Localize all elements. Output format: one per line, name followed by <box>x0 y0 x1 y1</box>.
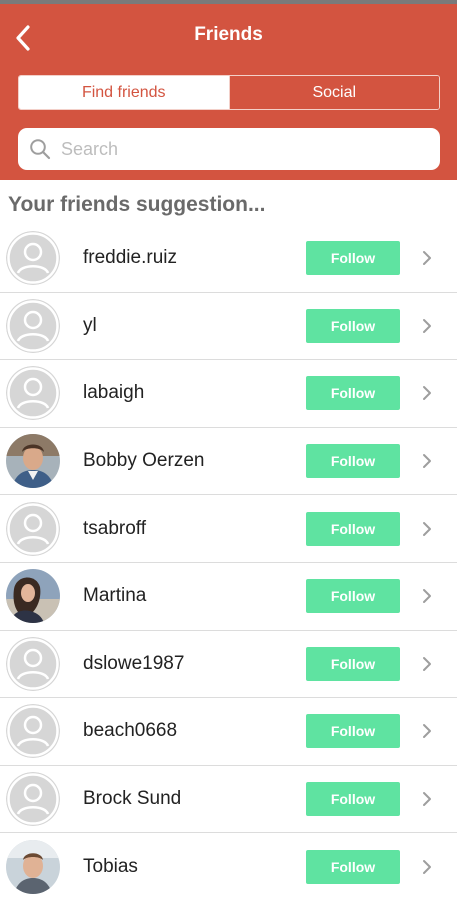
search-input[interactable] <box>61 138 401 160</box>
app-header: Friends Find friends Social <box>0 4 457 180</box>
list-item[interactable]: tsabroff Follow <box>0 495 457 563</box>
tab-find-friends[interactable]: Find friends <box>19 76 229 109</box>
segmented-control: Find friends Social <box>18 75 440 110</box>
friend-name: Tobias <box>83 855 138 877</box>
friend-name: Bobby Oerzen <box>83 450 205 472</box>
follow-button[interactable]: Follow <box>306 579 400 614</box>
follow-button[interactable]: Follow <box>306 782 400 817</box>
avatar[interactable] <box>6 839 60 894</box>
friend-name: beach0668 <box>83 720 178 742</box>
friend-name: Brock Sund <box>83 788 182 810</box>
list-item[interactable]: dslowe1987 Follow <box>0 631 457 699</box>
search-icon <box>30 139 51 160</box>
list-item[interactable]: Martina Follow <box>0 563 457 631</box>
follow-button[interactable]: Follow <box>306 714 400 749</box>
list-item[interactable]: freddie.ruiz Follow <box>0 225 457 293</box>
follow-button[interactable]: Follow <box>306 849 400 884</box>
follow-button[interactable]: Follow <box>306 376 400 411</box>
chevron-right-icon[interactable] <box>420 586 434 606</box>
avatar[interactable] <box>6 704 60 759</box>
chevron-right-icon[interactable] <box>420 789 434 809</box>
follow-button[interactable]: Follow <box>306 646 400 681</box>
chevron-right-icon[interactable] <box>420 248 434 268</box>
friend-name: tsabroff <box>83 517 147 539</box>
friend-list: freddie.ruiz Follow yl Follow labaigh Follow B… <box>0 225 457 900</box>
chevron-right-icon[interactable] <box>420 654 434 674</box>
friend-name: labaigh <box>83 382 145 404</box>
list-item[interactable]: beach0668 Follow <box>0 698 457 766</box>
friend-name: yl <box>83 314 97 336</box>
avatar[interactable] <box>6 298 60 353</box>
avatar[interactable] <box>6 366 60 421</box>
list-item[interactable]: Bobby Oerzen Follow <box>0 428 457 496</box>
follow-button[interactable]: Follow <box>306 511 400 546</box>
follow-button[interactable]: Follow <box>306 444 400 479</box>
chevron-right-icon[interactable] <box>420 383 434 403</box>
list-item[interactable]: labaigh Follow <box>0 360 457 428</box>
chevron-right-icon[interactable] <box>420 721 434 741</box>
chevron-right-icon[interactable] <box>420 519 434 539</box>
list-item[interactable]: Tobias Follow <box>0 833 457 900</box>
section-title: Your friends suggestion... <box>8 193 266 216</box>
chevron-right-icon[interactable] <box>420 451 434 471</box>
avatar[interactable] <box>6 231 60 286</box>
follow-button[interactable]: Follow <box>306 241 400 276</box>
avatar[interactable] <box>6 434 60 489</box>
list-item[interactable]: Brock Sund Follow <box>0 766 457 834</box>
search-bar[interactable] <box>18 128 440 170</box>
avatar[interactable] <box>6 772 60 827</box>
page-title: Friends <box>194 24 263 45</box>
chevron-right-icon[interactable] <box>420 857 434 877</box>
friend-name: freddie.ruiz <box>83 247 177 269</box>
list-item[interactable]: yl Follow <box>0 293 457 361</box>
follow-button[interactable]: Follow <box>306 308 400 343</box>
avatar[interactable] <box>6 501 60 556</box>
avatar[interactable] <box>6 569 60 624</box>
tab-social[interactable]: Social <box>228 76 439 109</box>
friend-name: dslowe1987 <box>83 652 185 674</box>
friend-name: Martina <box>83 585 147 607</box>
chevron-right-icon[interactable] <box>420 316 434 336</box>
avatar[interactable] <box>6 636 60 691</box>
